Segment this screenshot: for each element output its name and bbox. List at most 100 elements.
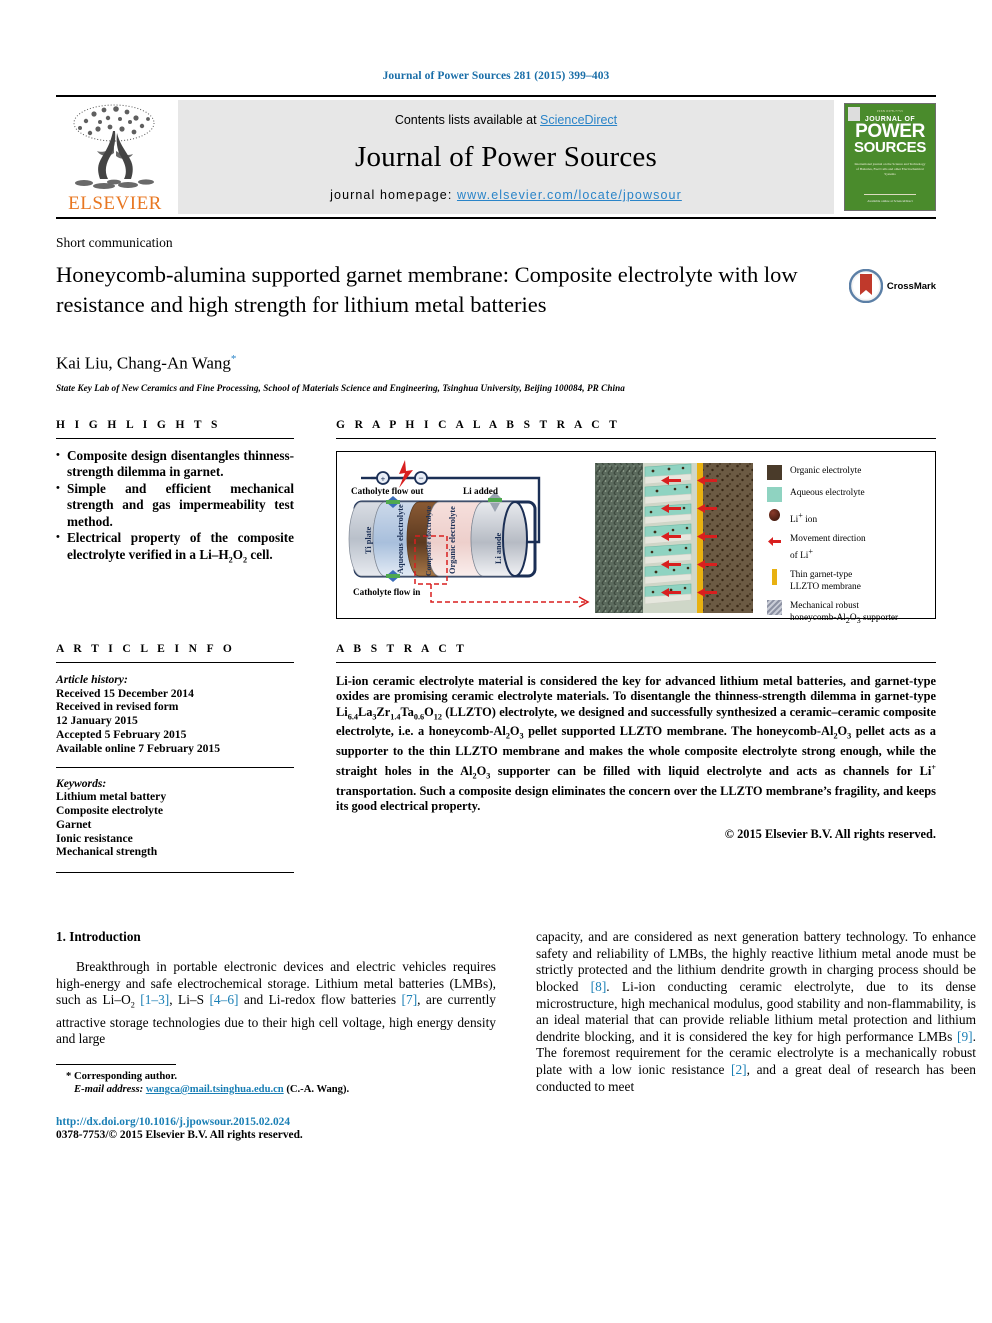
body-column-right: capacity, and are considered as next gen…: [536, 929, 976, 1141]
graphical-abstract-column: G R A P H I C A L A B S T R A C T + − Ca…: [336, 418, 936, 625]
info-abstract-band: A R T I C L E I N F O Article history: R…: [56, 643, 936, 874]
svg-text:Composite electrolyte: Composite electrolyte: [424, 505, 433, 576]
citation-7[interactable]: [7]: [402, 992, 418, 1007]
svg-text:Ti plate: Ti plate: [364, 526, 373, 554]
page-title: Honeycomb-alumina supported garnet membr…: [56, 262, 798, 317]
citation-8[interactable]: [8]: [591, 979, 607, 994]
cover-issn: ISSN 0378-7753: [877, 109, 903, 113]
legend-label: Movement direction of Li+: [790, 534, 866, 561]
article-info-column: A R T I C L E I N F O Article history: R…: [56, 643, 294, 874]
microstructure-svg: [595, 462, 753, 613]
keyword: Mechanical strength: [56, 845, 158, 859]
article-type: Short communication: [56, 235, 173, 250]
legend-row: Organic electrolyte: [767, 464, 929, 480]
cover-elsevier-mark: [848, 107, 860, 121]
highlights-list: Composite design disentangles thinness-s…: [56, 447, 294, 569]
crossmark-icon: [848, 269, 883, 303]
article-info-heading: A R T I C L E I N F O: [56, 642, 236, 655]
article-info-rule: [56, 661, 294, 663]
legend-row: Thin garnet-type LLZTO membrane: [767, 569, 929, 593]
author-email-link[interactable]: wangca@mail.tsinghua.edu.cn: [146, 1084, 284, 1095]
microstructure-panel: [595, 462, 753, 613]
svg-text:Li added: Li added: [463, 486, 498, 496]
legend-row: Li+ ion: [767, 508, 929, 527]
history-item: Received 15 December 2014: [56, 686, 194, 700]
title-row: Honeycomb-alumina supported garnet membr…: [56, 251, 936, 335]
running-head: Journal of Power Sources 281 (2015) 399–…: [382, 70, 610, 82]
history-item: Received in revised form: [56, 700, 179, 714]
cover-divider: [864, 194, 916, 195]
doi-link[interactable]: http://dx.doi.org/10.1016/j.jpowsour.201…: [56, 1116, 496, 1128]
keywords-block: Keywords: Lithium metal battery Composit…: [56, 777, 294, 860]
legend-label: Organic electrolyte: [790, 465, 862, 476]
legend-label: Aqueous electrolyte: [790, 487, 865, 498]
citation-9[interactable]: [9]: [957, 1029, 973, 1044]
aqueous-electrolyte-swatch-icon: [767, 486, 782, 502]
contents-line: Contents lists available at ScienceDirec…: [395, 113, 617, 127]
svg-text:Li anode: Li anode: [494, 532, 503, 563]
journal-homepage-link[interactable]: www.elsevier.com/locate/jpowsour: [457, 188, 682, 202]
list-item: Electrical property of the composite ele…: [56, 529, 294, 569]
footnote-block: * Corresponding author. E-mail address: …: [66, 1070, 350, 1095]
figure-legend: Organic electrolyte Aqueous electrolyte …: [753, 456, 929, 625]
abstract-rule: [336, 661, 936, 663]
elsevier-tree-icon: [73, 104, 155, 189]
graphical-abstract-heading: G R A P H I C A L A B S T R A C T: [336, 418, 621, 431]
email-label: E-mail address:: [74, 1083, 144, 1095]
homepage-prefix: journal homepage:: [330, 188, 457, 202]
history-item: Accepted 5 February 2015: [56, 727, 187, 741]
article-page: Journal of Power Sources 281 (2015) 399–…: [0, 0, 992, 1323]
article-history: Article history: Received 15 December 20…: [56, 673, 294, 756]
sciencedirect-link[interactable]: ScienceDirect: [540, 113, 617, 127]
history-item: 12 January 2015: [56, 714, 138, 728]
garnet-membrane-swatch-icon: [772, 569, 777, 586]
cover-blurb: International journal on the Science and…: [854, 162, 926, 176]
citation-4-6[interactable]: [4–6]: [209, 992, 238, 1007]
citation-2[interactable]: [2]: [731, 1062, 747, 1077]
elsevier-logo: ELSEVIER: [56, 97, 174, 217]
section-heading-introduction: 1. Introduction: [56, 929, 141, 945]
homepage-line: journal homepage: www.elsevier.com/locat…: [330, 188, 682, 202]
keyword: Garnet: [56, 817, 92, 831]
affiliation: State Key Lab of New Ceramics and Fine P…: [56, 382, 625, 393]
svg-text:Organic electrolyte: Organic electrolyte: [448, 506, 457, 574]
movement-arrow-swatch-icon: [767, 533, 782, 548]
li-ion-swatch-icon: [769, 508, 780, 521]
citation-1-3[interactable]: [1–3]: [140, 992, 169, 1007]
history-item: Available online 7 February 2015: [56, 741, 221, 755]
highlights-column: H I G H L I G H T S Composite design dis…: [56, 419, 294, 619]
article-info-bottom-rule: [56, 872, 294, 874]
graphical-abstract-figure: + − Catholyte flow out Li added Catholyt…: [336, 450, 936, 625]
legend-label: Mechanical robust honeycomb-Al2O3 support…: [790, 601, 899, 625]
legend-row: Mechanical robust honeycomb-Al2O3 support…: [767, 600, 929, 626]
cell-schematic: + − Catholyte flow out Li added Catholyt…: [343, 456, 595, 614]
corresponding-author-note: Corresponding author.: [73, 1070, 177, 1082]
article-info-separator: [56, 766, 294, 768]
highlight-text: Composite design disentangles thinness-s…: [67, 447, 294, 480]
highlight-text: Simple and efficient mechanical strength…: [67, 480, 294, 529]
body-columns: 1. Introduction Breakthrough in portable…: [56, 929, 976, 1141]
legend-row: Movement direction of Li+: [767, 533, 929, 562]
journal-title: Journal of Power Sources: [355, 141, 657, 173]
legend-row: Aqueous electrolyte: [767, 486, 929, 502]
lightning-icon: [399, 459, 413, 488]
intro-paragraph-right: capacity, and are considered as next gen…: [536, 929, 976, 1094]
abstract-column: A B S T R A C T Li-ion ceramic electroly…: [336, 643, 936, 874]
highlights-rule: [56, 437, 294, 439]
keyword: Composite electrolyte: [56, 804, 163, 818]
article-history-label: Article history:: [56, 672, 128, 686]
abstract-copyright: © 2015 Elsevier B.V. All rights reserved…: [724, 826, 936, 841]
footnote-rule: [56, 1063, 176, 1065]
keyword: Ionic resistance: [56, 831, 133, 845]
legend-label: Li+ ion: [790, 510, 818, 525]
email-suffix: (C.-A. Wang).: [286, 1083, 350, 1095]
honeycomb-supporter-swatch-icon: [767, 600, 782, 616]
graphical-abstract-rule: [336, 437, 936, 439]
list-item: Simple and efficient mechanical strength…: [56, 480, 294, 531]
crossmark-label: CrossMark: [886, 280, 936, 292]
intro-paragraph-left: Breakthrough in portable electronic devi…: [56, 959, 496, 1047]
crossmark-badge[interactable]: CrossMark: [848, 269, 936, 303]
masthead-center: Contents lists available at ScienceDirec…: [178, 100, 834, 214]
legend-label: Thin garnet-type LLZTO membrane: [790, 570, 861, 592]
journal-masthead: ELSEVIER Contents lists available at Sci…: [56, 95, 936, 219]
